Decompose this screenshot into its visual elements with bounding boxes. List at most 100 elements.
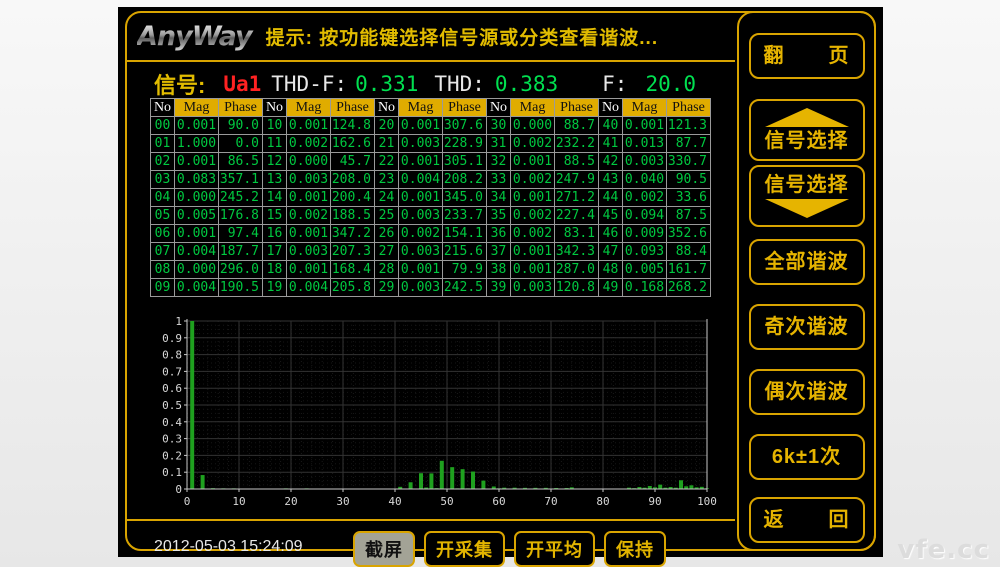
table-cell: 0.001: [287, 189, 331, 207]
table-header-no: No: [487, 99, 511, 117]
table-cell: 0.003: [623, 153, 667, 171]
sidebar-button-even-harmonics[interactable]: 偶次谐波: [749, 369, 865, 415]
table-cell: 0.040: [623, 171, 667, 189]
table-cell: 0.003: [399, 207, 443, 225]
signal-summary: 信号: Ua1 THD-F: 0.331 THD: 0.383 F: 20.0: [127, 67, 735, 101]
table-cell: 0.003: [287, 243, 331, 261]
freq-label: F:: [602, 72, 627, 96]
table-cell: 0.001: [511, 243, 555, 261]
table-cell: 0.083: [175, 171, 219, 189]
sidebar-button-label: 全部谐波: [765, 251, 849, 273]
axis-tick-label: 1: [175, 315, 182, 328]
table-header-no: No: [263, 99, 287, 117]
table-cell: 0.001: [623, 117, 667, 135]
table-cell: 0.002: [511, 171, 555, 189]
signal-label: 信号:: [154, 68, 205, 100]
table-cell: 0.005: [175, 207, 219, 225]
table-cell: 227.4: [555, 207, 599, 225]
sidebar-button-page-turn[interactable]: 翻页: [749, 33, 865, 79]
table-cell: 39: [487, 279, 511, 297]
bottom-button-hold[interactable]: 保持: [604, 531, 666, 567]
bottom-bar: 2012-05-03 15:24:09 截屏开采集开平均保持: [127, 523, 735, 551]
chart-bar: [190, 321, 194, 489]
table-cell: 45: [599, 207, 623, 225]
table-cell: 208.0: [331, 171, 375, 189]
table-cell: 48: [599, 261, 623, 279]
table-cell: 0.004: [399, 171, 443, 189]
table-cell: 296.0: [219, 261, 263, 279]
table-cell: 247.9: [555, 171, 599, 189]
table-cell: 15: [263, 207, 287, 225]
axis-tick-label: 0.1: [162, 466, 182, 479]
table-cell: 207.3: [331, 243, 375, 261]
axis-tick-label: 0.7: [162, 365, 182, 378]
table-cell: 04: [151, 189, 175, 207]
sidebar-button-signal-select-up[interactable]: 信号选择: [749, 99, 865, 161]
table-cell: 0.093: [623, 243, 667, 261]
sidebar-button-label: 6k±1次: [772, 446, 841, 468]
table-cell: 21: [375, 135, 399, 153]
table-cell: 19: [263, 279, 287, 297]
table-cell: 120.8: [555, 279, 599, 297]
thd-value: 0.383: [495, 72, 558, 96]
table-cell: 0.003: [287, 171, 331, 189]
table-cell: 0.004: [175, 279, 219, 297]
table-cell: 0.002: [511, 225, 555, 243]
table-row: 000.00190.0100.001124.8200.001307.6300.0…: [151, 117, 711, 135]
sidebar-button-label: 偶次谐波: [765, 381, 849, 403]
table-cell: 162.6: [331, 135, 375, 153]
bottom-button-start-capture[interactable]: 开采集: [424, 531, 505, 567]
sidebar-button-back[interactable]: 返回: [749, 497, 865, 543]
table-cell: 0.002: [287, 135, 331, 153]
table-row: 060.00197.4160.001347.2260.002154.1360.0…: [151, 225, 711, 243]
table-cell: 0.001: [175, 117, 219, 135]
axis-tick-label: 0.9: [162, 332, 182, 345]
table-cell: 0.003: [399, 243, 443, 261]
table-cell: 83.1: [555, 225, 599, 243]
table-cell: 271.2: [555, 189, 599, 207]
table-cell: 188.5: [331, 207, 375, 225]
table-row: 020.00186.5120.00045.7220.001305.1320.00…: [151, 153, 711, 171]
table-cell: 190.5: [219, 279, 263, 297]
chart-bar: [450, 467, 454, 489]
signal-name: Ua1: [223, 72, 261, 96]
timestamp: 2012-05-03 15:24:09: [154, 538, 303, 556]
thdf-value: 0.331: [355, 72, 418, 96]
table-row: 050.005176.8150.002188.5250.003233.7350.…: [151, 207, 711, 225]
sidebar-button-signal-select-down[interactable]: 信号选择: [749, 165, 865, 227]
table-cell: 33: [487, 171, 511, 189]
table-cell: 0.001: [287, 261, 331, 279]
axis-tick-label: 0.8: [162, 349, 182, 362]
table-cell: 90.5: [667, 171, 711, 189]
table-row: 040.000245.2140.001200.4240.001345.0340.…: [151, 189, 711, 207]
table-cell: 0.168: [623, 279, 667, 297]
chart-bar: [481, 481, 485, 489]
table-cell: 18: [263, 261, 287, 279]
table-cell: 45.7: [331, 153, 375, 171]
bottom-button-start-average[interactable]: 开平均: [514, 531, 595, 567]
sidebar-button-label: 翻页: [764, 45, 850, 67]
table-cell: 228.9: [443, 135, 487, 153]
table-header-mag: Mag: [287, 99, 331, 117]
chart-bar: [201, 475, 205, 489]
table-cell: 25: [375, 207, 399, 225]
table-cell: 17: [263, 243, 287, 261]
table-cell: 30: [487, 117, 511, 135]
main-content: AnyWay 提示: 按功能键选择信号源或分类查看谐波... 信号: Ua1 T…: [127, 13, 735, 551]
sidebar-button-odd-harmonics[interactable]: 奇次谐波: [749, 304, 865, 350]
table-cell: 0.002: [399, 225, 443, 243]
bottom-button-screenshot[interactable]: 截屏: [353, 531, 415, 567]
axis-tick-label: 0.5: [162, 399, 182, 412]
table-cell: 0.001: [399, 189, 443, 207]
axis-tick-label: 0.3: [162, 433, 182, 446]
table-cell: 46: [599, 225, 623, 243]
table-cell: 0.003: [511, 279, 555, 297]
table-cell: 28: [375, 261, 399, 279]
sidebar-button-6k-plus-minus-1[interactable]: 6k±1次: [749, 434, 865, 480]
table-cell: 37: [487, 243, 511, 261]
table-cell: 0.000: [511, 117, 555, 135]
table-cell: 268.2: [667, 279, 711, 297]
sidebar-button-all-harmonics[interactable]: 全部谐波: [749, 239, 865, 285]
table-cell: 121.3: [667, 117, 711, 135]
table-cell: 357.1: [219, 171, 263, 189]
